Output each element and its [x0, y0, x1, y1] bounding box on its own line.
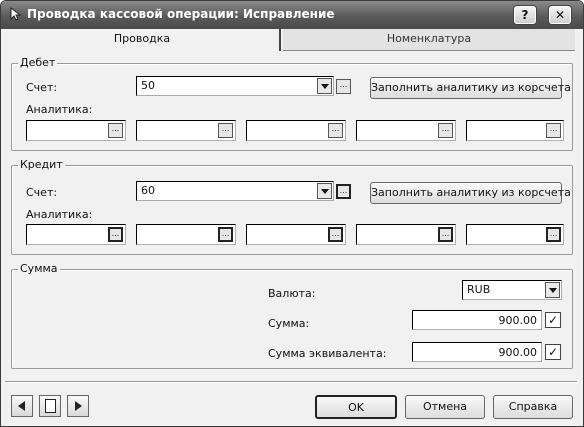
- amount-label: Сумма:: [268, 317, 310, 330]
- credit-analytics-field-1[interactable]: ...: [26, 224, 126, 245]
- debit-analytics-field-5[interactable]: ...: [466, 120, 564, 141]
- credit-account-label: Счет:: [26, 186, 58, 199]
- tab-strip: Проводка Номенклатура: [5, 29, 579, 51]
- document-icon: [45, 399, 56, 413]
- credit-analytics-field-4[interactable]: ...: [356, 224, 456, 245]
- currency-label: Валюта:: [268, 287, 316, 300]
- amount-value: 900.00: [498, 314, 538, 327]
- amount-field[interactable]: 900.00: [412, 310, 542, 330]
- ellipsis-icon[interactable]: ...: [546, 123, 561, 138]
- credit-account-ellipsis-button[interactable]: ...: [336, 184, 351, 199]
- equiv-amount-field[interactable]: 900.00: [412, 342, 542, 362]
- cancel-button[interactable]: Отмена: [405, 395, 485, 419]
- ellipsis-icon[interactable]: ...: [438, 227, 453, 242]
- debit-fill-analytics-button[interactable]: Заполнить аналитику из корсчета: [370, 77, 571, 99]
- sum-legend: Сумма: [18, 262, 60, 276]
- currency-select[interactable]: RUB: [462, 280, 562, 300]
- credit-account-value: 60: [141, 184, 155, 197]
- close-button[interactable]: ✕: [549, 6, 571, 24]
- ellipsis-icon[interactable]: ...: [218, 227, 233, 242]
- tab-nomenclature[interactable]: Номенклатура: [283, 29, 575, 51]
- debit-analytics-label: Аналитика:: [26, 103, 93, 116]
- credit-group: Кредит Счет: 60 ... Заполнить аналитику …: [11, 158, 573, 255]
- help-title-button[interactable]: ?: [514, 6, 536, 24]
- currency-value: RUB: [467, 283, 491, 296]
- chevron-down-icon[interactable]: [317, 183, 332, 199]
- next-record-button[interactable]: [67, 395, 89, 417]
- window-title: Проводка кассовой операции: Исправление: [27, 7, 335, 21]
- ellipsis-icon[interactable]: ...: [108, 227, 123, 242]
- tab-posting[interactable]: Проводка: [5, 29, 281, 51]
- credit-legend: Кредит: [18, 158, 65, 172]
- prev-record-button[interactable]: [11, 395, 33, 417]
- ellipsis-icon[interactable]: ...: [218, 123, 233, 138]
- ellipsis-icon[interactable]: ...: [546, 227, 561, 242]
- debit-analytics-field-2[interactable]: ...: [136, 120, 236, 141]
- amount-checkbox[interactable]: ✓: [545, 312, 561, 328]
- ellipsis-icon[interactable]: ...: [328, 227, 343, 242]
- equiv-amount-value: 900.00: [498, 346, 538, 359]
- credit-analytics-label: Аналитика:: [26, 208, 93, 221]
- help-button[interactable]: Справка: [493, 395, 573, 419]
- debit-account-select[interactable]: 50: [136, 76, 334, 96]
- credit-account-select[interactable]: 60: [136, 181, 334, 201]
- credit-analytics-field-3[interactable]: ...: [246, 224, 346, 245]
- ellipsis-icon[interactable]: ...: [438, 123, 453, 138]
- credit-analytics-field-5[interactable]: ...: [466, 224, 564, 245]
- sum-group: Сумма Валюта: RUB Сумма: 900.00 ✓ Сумма …: [11, 262, 573, 369]
- debit-account-ellipsis-button[interactable]: ...: [336, 79, 351, 94]
- chevron-down-icon[interactable]: [317, 78, 332, 94]
- debit-analytics-field-1[interactable]: ...: [26, 120, 126, 141]
- cursor-icon: [10, 7, 22, 21]
- ok-button[interactable]: OK: [315, 395, 397, 419]
- title-bar: Проводка кассовой операции: Исправление …: [1, 1, 583, 29]
- equiv-checkbox[interactable]: ✓: [545, 344, 561, 360]
- debit-account-label: Счет:: [26, 81, 58, 94]
- ellipsis-icon[interactable]: ...: [328, 123, 343, 138]
- debit-analytics-field-4[interactable]: ...: [356, 120, 456, 141]
- credit-analytics-field-2[interactable]: ...: [136, 224, 236, 245]
- equiv-label: Сумма эквивалента:: [268, 347, 387, 360]
- debit-account-value: 50: [141, 79, 155, 92]
- footer-divider: [5, 381, 577, 383]
- new-document-button[interactable]: [39, 395, 61, 417]
- debit-analytics-field-3[interactable]: ...: [246, 120, 346, 141]
- chevron-down-icon[interactable]: [545, 282, 560, 298]
- dialog-window: Проводка кассовой операции: Исправление …: [0, 0, 584, 427]
- debit-legend: Дебет: [18, 56, 58, 70]
- ellipsis-icon[interactable]: ...: [108, 123, 123, 138]
- credit-fill-analytics-button[interactable]: Заполнить аналитику из корсчета: [370, 182, 571, 204]
- debit-group: Дебет Счет: 50 ... Заполнить аналитику и…: [11, 56, 573, 151]
